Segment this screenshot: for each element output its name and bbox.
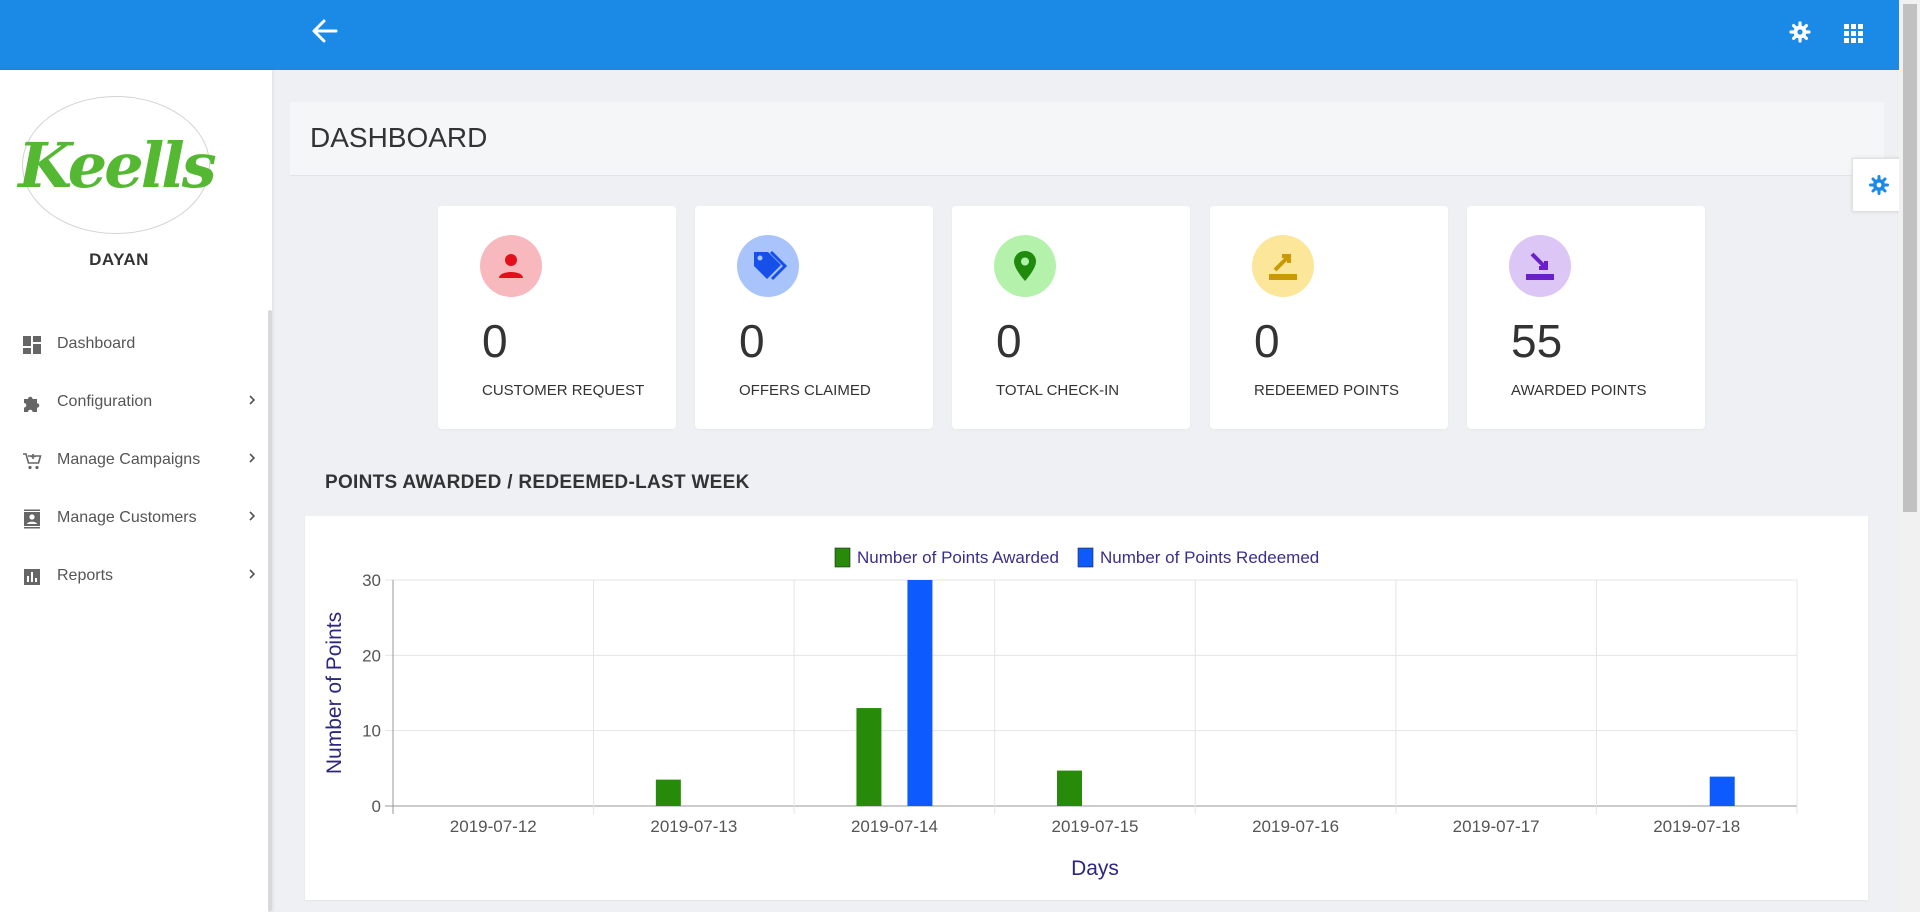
stat-card-offers-claimed[interactable]: 0 OFFERS CLAIMED bbox=[695, 206, 933, 429]
stat-card-redeemed-points[interactable]: 0 REDEEMED POINTS bbox=[1210, 206, 1448, 429]
stat-label: OFFERS CLAIMED bbox=[739, 382, 871, 399]
bar-awarded bbox=[856, 708, 882, 806]
sidebar-item-label: Manage Customers bbox=[57, 509, 197, 526]
sidebar-item-configuration[interactable]: Configuration bbox=[0, 374, 268, 432]
x-tick-label: 2019-07-18 bbox=[1653, 817, 1740, 836]
brand-logo: Keells bbox=[18, 96, 217, 234]
cart-icon bbox=[23, 453, 42, 470]
stat-value: 0 bbox=[996, 315, 1022, 367]
stat-icon-badge bbox=[1509, 235, 1571, 297]
sidebar: Keells DAYAN Dashboard Configuration Man… bbox=[0, 70, 272, 912]
settings-button[interactable] bbox=[1788, 20, 1812, 44]
stat-icon-badge bbox=[1252, 235, 1314, 297]
x-tick-label: 2019-07-15 bbox=[1052, 817, 1139, 836]
stat-value: 0 bbox=[482, 315, 508, 367]
x-tick-label: 2019-07-17 bbox=[1453, 817, 1540, 836]
stat-label: AWARDED POINTS bbox=[1511, 382, 1647, 399]
chart-section-title: POINTS AWARDED / REDEEMED-LAST WEEK bbox=[325, 472, 750, 493]
location-pin-icon bbox=[1014, 251, 1036, 281]
stat-card-awarded-points[interactable]: 55 AWARDED POINTS bbox=[1467, 206, 1705, 429]
page-header: DASHBOARD bbox=[290, 102, 1884, 176]
x-axis-title: Days bbox=[1071, 857, 1119, 880]
user-name: DAYAN bbox=[89, 250, 149, 269]
sidebar-item-label: Reports bbox=[57, 567, 114, 584]
logo-text: Keells bbox=[18, 128, 216, 202]
redeem-icon bbox=[1269, 254, 1297, 280]
gear-icon bbox=[1789, 21, 1811, 43]
stat-label: CUSTOMER REQUEST bbox=[482, 382, 645, 399]
sidebar-item-manage-customers[interactable]: Manage Customers bbox=[0, 490, 268, 548]
grid-icon bbox=[1844, 24, 1863, 43]
sidebar-item-label: Configuration bbox=[57, 393, 153, 410]
contact-card-icon bbox=[24, 509, 40, 529]
points-bar-chart: 0 10 20 30 2019-07-12 2019-07-13 2019-07-14 201… bbox=[323, 547, 1798, 880]
chevron-right-icon bbox=[249, 511, 256, 521]
sidebar-item-dashboard[interactable]: Dashboard bbox=[0, 316, 268, 374]
x-tick-label: 2019-07-16 bbox=[1252, 817, 1339, 836]
tags-icon bbox=[754, 250, 788, 281]
chevron-right-icon bbox=[249, 569, 256, 579]
bar-redeemed bbox=[907, 580, 933, 806]
back-button[interactable] bbox=[308, 14, 342, 48]
sidebar-item-label: Dashboard bbox=[57, 335, 136, 352]
stat-label: REDEEMED POINTS bbox=[1254, 382, 1400, 399]
y-tick-label: 30 bbox=[362, 571, 381, 590]
legend-label: Number of Points Redeemed bbox=[1100, 548, 1319, 567]
chart-card: 0 10 20 30 2019-07-12 2019-07-13 2019-07-14 201… bbox=[305, 516, 1868, 900]
bar-chart-icon bbox=[24, 569, 40, 585]
stat-value: 0 bbox=[739, 315, 765, 367]
dashboard-icon bbox=[23, 336, 41, 354]
arrow-left-icon bbox=[312, 19, 338, 43]
puzzle-icon bbox=[24, 396, 40, 412]
sidebar-item-manage-campaigns[interactable]: Manage Campaigns bbox=[0, 432, 268, 490]
stat-icon-badge bbox=[737, 235, 799, 297]
stat-value: 55 bbox=[1511, 315, 1563, 367]
page-title: DASHBOARD bbox=[310, 122, 488, 153]
stat-card-total-check-in[interactable]: 0 TOTAL CHECK-IN bbox=[952, 206, 1190, 429]
x-tick-label: 2019-07-13 bbox=[650, 817, 737, 836]
y-tick-label: 20 bbox=[362, 646, 381, 665]
gear-icon bbox=[1869, 175, 1889, 195]
sidebar-nav: Dashboard Configuration Manage Campaigns bbox=[0, 316, 268, 606]
legend-label: Number of Points Awarded bbox=[857, 548, 1059, 567]
stat-card-customer-request[interactable]: 0 CUSTOMER REQUEST bbox=[438, 206, 676, 429]
chevron-right-icon bbox=[249, 453, 256, 463]
y-tick-label: 10 bbox=[362, 722, 381, 741]
sidebar-scrollbar[interactable] bbox=[268, 310, 272, 912]
stat-label: TOTAL CHECK-IN bbox=[996, 382, 1120, 399]
apps-grid-button[interactable] bbox=[1840, 20, 1866, 46]
chevron-right-icon bbox=[249, 395, 256, 405]
x-tick-label: 2019-07-12 bbox=[450, 817, 537, 836]
x-tick-label: 2019-07-14 bbox=[851, 817, 938, 836]
sidebar-item-label: Manage Campaigns bbox=[57, 451, 201, 468]
stat-value: 0 bbox=[1254, 315, 1280, 367]
theme-settings-button[interactable] bbox=[1852, 158, 1905, 212]
person-icon bbox=[499, 254, 523, 278]
bar-redeemed bbox=[1709, 776, 1735, 806]
legend-swatch bbox=[1077, 547, 1094, 568]
y-axis-title: Number of Points bbox=[323, 612, 346, 774]
legend-swatch bbox=[834, 547, 851, 568]
sidebar-item-reports[interactable]: Reports bbox=[0, 548, 268, 606]
stat-icon-badge bbox=[994, 235, 1056, 297]
top-bar bbox=[0, 0, 1920, 70]
bar-awarded bbox=[655, 779, 681, 806]
page-scrollbar-thumb[interactable] bbox=[1903, 4, 1917, 512]
bar-awarded bbox=[1057, 770, 1082, 806]
award-icon bbox=[1526, 252, 1554, 280]
top-bar-brand-area bbox=[0, 0, 272, 70]
y-tick-label: 0 bbox=[372, 797, 381, 816]
stat-icon-badge bbox=[480, 235, 542, 297]
